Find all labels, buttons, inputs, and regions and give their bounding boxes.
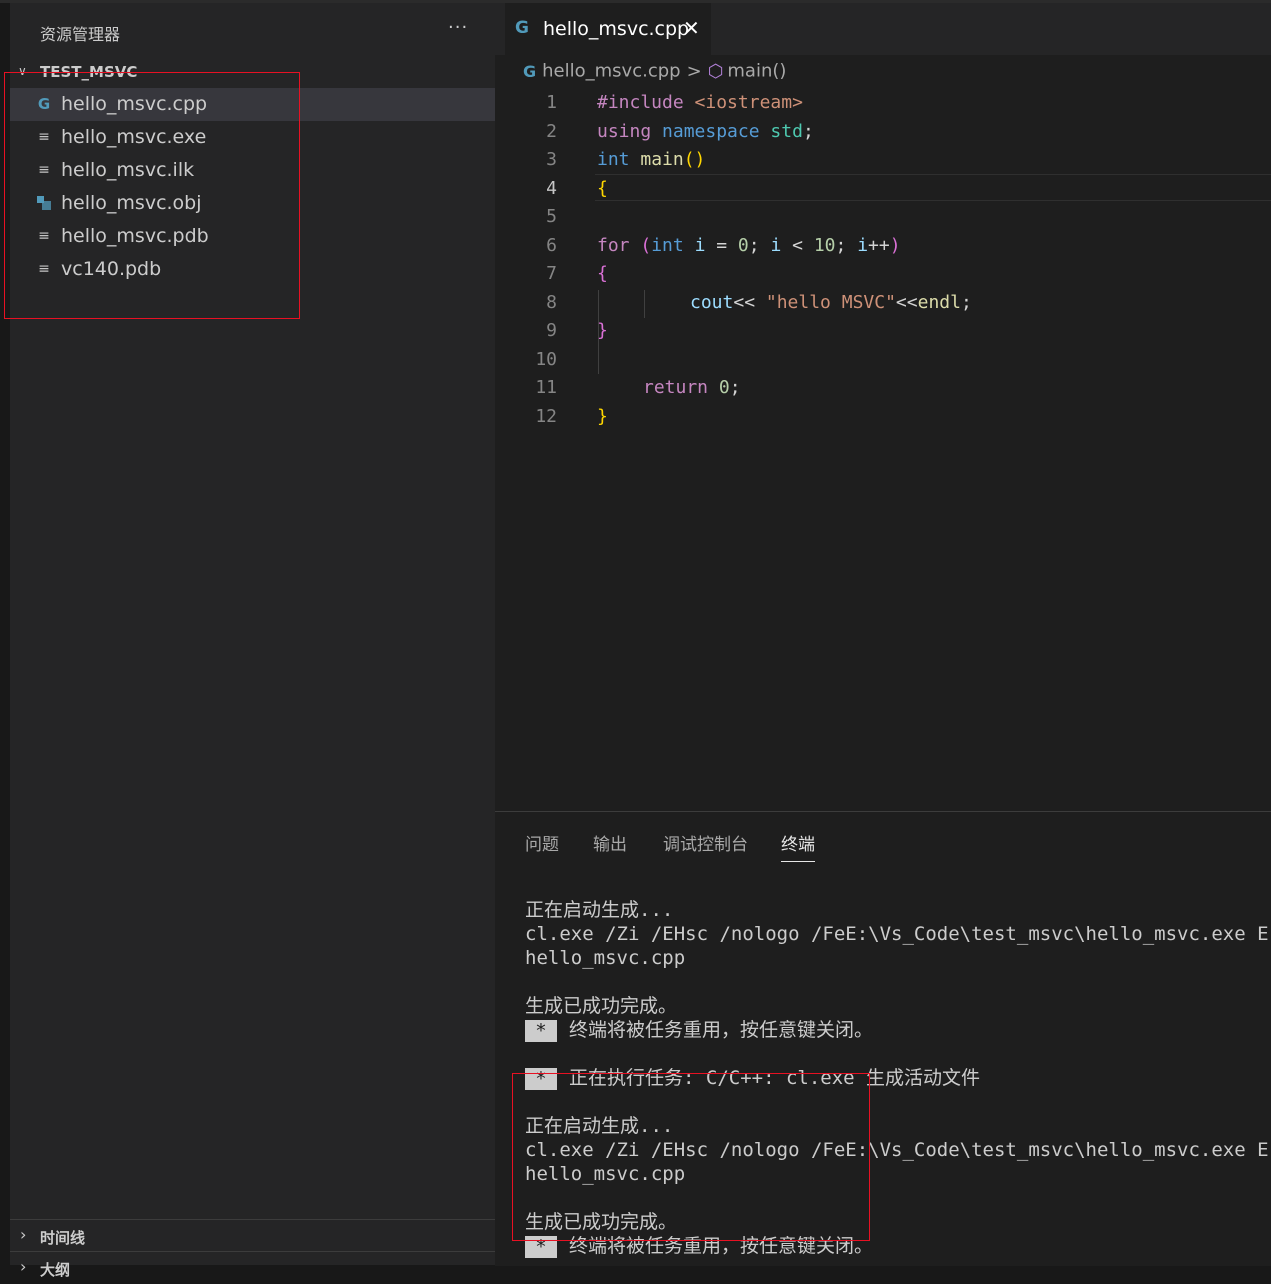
folder-name: TEST_MSVC <box>40 63 138 81</box>
close-icon[interactable]: ✕ <box>683 16 700 40</box>
line-number: 12 <box>535 405 557 427</box>
code-line: 9} <box>495 317 1271 346</box>
terminal-line: cl.exe /Zi /EHsc /nologo /FeE:\Vs_Code\t… <box>525 1139 1271 1161</box>
cpp-file-icon: G <box>37 95 51 113</box>
editor: G hello_msvc.cpp ✕ Ghello_msvc.cpp > ⬡ main… <box>495 3 1271 811</box>
line-number: 11 <box>535 377 557 398</box>
tab-debug-console[interactable]: 调试控制台 <box>663 830 748 855</box>
breadcrumb: Ghello_msvc.cpp > ⬡ main() <box>523 60 786 84</box>
tab-bar: G hello_msvc.cpp ✕ <box>495 3 1271 55</box>
code-line: 2 using namespace std; <box>495 118 1271 147</box>
file-item-hello-msvc-obj[interactable]: hello_msvc.obj <box>10 187 495 220</box>
file-name: hello_msvc.cpp <box>61 93 208 115</box>
code-area[interactable]: 1 #include <iostream> 2 using namespace st… <box>495 89 1271 431</box>
line-number: 5 <box>546 206 557 227</box>
terminal-line: 正在启动生成... <box>525 899 674 921</box>
tab-problems[interactable]: 问题 <box>525 830 559 855</box>
tab-terminal[interactable]: 终端 <box>781 830 815 862</box>
terminal-line: hello_msvc.cpp <box>525 1163 686 1185</box>
cube-icon: ⬡ <box>707 60 724 82</box>
tab-hello-msvc-cpp[interactable]: G hello_msvc.cpp ✕ <box>505 3 711 55</box>
line-number: 3 <box>546 149 557 170</box>
code-line: 12} <box>495 403 1271 432</box>
file-lines-icon: ≡ <box>38 162 50 178</box>
terminal-line: * 终端将被任务重用，按任意键关闭。 <box>525 1018 1271 1042</box>
line-number: 4 <box>546 177 557 199</box>
tab-output[interactable]: 输出 <box>593 830 627 855</box>
terminal-line: hello_msvc.cpp <box>525 947 686 969</box>
line-number: 7 <box>546 263 557 284</box>
file-tree: G hello_msvc.cpp ≡ hello_msvc.exe ≡ hell… <box>10 88 495 286</box>
code-line: 10 <box>495 346 1271 375</box>
code-line: 11 return 0; <box>495 374 1271 403</box>
code-line: 6 for (int i = 0; i < 10; i++) <box>495 232 1271 261</box>
terminal-line: 正在启动生成... <box>525 1115 674 1137</box>
terminal-line: 生成已成功完成。 <box>525 1211 678 1233</box>
chevron-right-icon: › <box>20 1225 27 1244</box>
line-number: 9 <box>546 320 557 341</box>
object-file-icon <box>36 195 52 211</box>
terminal-line: * 正在执行任务: C/C++: cl.exe 生成活动文件 <box>525 1066 1271 1090</box>
terminal-line: cl.exe /Zi /EHsc /nologo /FeE:\Vs_Code\t… <box>525 923 1271 945</box>
file-item-hello-msvc-exe[interactable]: ≡ hello_msvc.exe <box>10 121 495 154</box>
file-item-vc140-pdb[interactable]: ≡ vc140.pdb <box>10 253 495 286</box>
code-line: 8 cout<< "hello MSVC"<<endl; <box>495 289 1271 318</box>
outline-label: 大纲 <box>40 1261 71 1279</box>
file-lines-icon: ≡ <box>38 228 50 244</box>
explorer-header: 资源管理器 ··· <box>10 3 495 57</box>
chevron-right-icon: > <box>686 60 702 82</box>
code-line: 1 #include <iostream> <box>495 89 1271 118</box>
code-line: 4{ <box>495 175 1271 204</box>
more-actions-icon[interactable]: ··· <box>448 17 468 38</box>
file-name: hello_msvc.exe <box>61 126 207 148</box>
file-name: hello_msvc.pdb <box>61 225 209 247</box>
chevron-down-icon: ∨ <box>18 64 27 78</box>
line-number: 8 <box>546 291 557 313</box>
task-star-badge: * <box>525 1019 557 1042</box>
bottom-panel: 问题 输出 调试控制台 终端 正在启动生成... cl.exe /Zi /EHs… <box>495 811 1271 1266</box>
line-number: 6 <box>546 234 557 256</box>
explorer-title: 资源管理器 <box>40 25 121 44</box>
task-star-badge: * <box>525 1067 557 1090</box>
code-line: 5 <box>495 203 1271 232</box>
line-number: 2 <box>546 120 557 142</box>
code-line: 7{ <box>495 260 1271 289</box>
task-star-badge: * <box>525 1235 557 1258</box>
timeline-label: 时间线 <box>40 1229 86 1247</box>
terminal-output[interactable]: 正在启动生成... cl.exe /Zi /EHsc /nologo /FeE:… <box>525 898 1271 1258</box>
timeline-section[interactable]: › 时间线 <box>10 1219 495 1252</box>
file-name: hello_msvc.ilk <box>61 159 195 181</box>
folder-header[interactable]: ∨ TEST_MSVC <box>10 61 495 85</box>
breadcrumb-file[interactable]: hello_msvc.cpp <box>542 61 680 82</box>
cpp-file-icon: G <box>523 61 537 81</box>
cpp-file-icon: G <box>515 18 529 38</box>
file-name: hello_msvc.obj <box>61 192 202 214</box>
chevron-right-icon: › <box>20 1257 27 1276</box>
file-item-hello-msvc-pdb[interactable]: ≡ hello_msvc.pdb <box>10 220 495 253</box>
breadcrumb-symbol[interactable]: main() <box>727 61 786 82</box>
file-lines-icon: ≡ <box>38 129 50 145</box>
terminal-line: * 终端将被任务重用，按任意键关闭。 <box>525 1234 1271 1258</box>
terminal-line: 生成已成功完成。 <box>525 995 678 1017</box>
outline-section[interactable]: › 大纲 <box>10 1251 495 1284</box>
file-name: vc140.pdb <box>61 258 162 280</box>
line-number: 1 <box>546 92 557 113</box>
line-number: 10 <box>535 348 557 370</box>
code-line: 3 int main() <box>495 146 1271 175</box>
file-item-hello-msvc-cpp[interactable]: G hello_msvc.cpp <box>10 88 495 121</box>
explorer-sidebar: 资源管理器 ··· ∨ TEST_MSVC G hello_msvc.cpp ≡… <box>10 3 495 1279</box>
file-lines-icon: ≡ <box>38 261 50 277</box>
file-item-hello-msvc-ilk[interactable]: ≡ hello_msvc.ilk <box>10 154 495 187</box>
tab-label: hello_msvc.cpp <box>543 18 690 40</box>
